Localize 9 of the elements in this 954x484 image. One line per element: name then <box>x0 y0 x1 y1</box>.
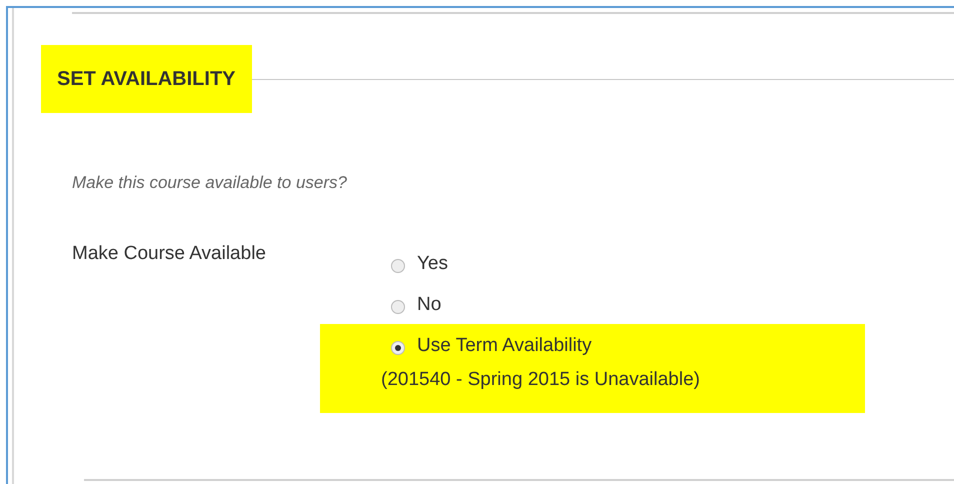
section-heading: SET AVAILABILITY <box>41 45 252 113</box>
option-label[interactable]: Use Term Availability <box>417 332 592 360</box>
option-note: (201540 - Spring 2015 is Unavailable) <box>381 368 701 392</box>
radio-button[interactable] <box>391 258 405 273</box>
prompt-text: Make this course available to users? <box>72 172 348 194</box>
radio-button[interactable] <box>391 340 405 355</box>
option-label[interactable]: No <box>417 290 442 319</box>
option-label[interactable]: Yes <box>417 250 448 278</box>
radio-button[interactable] <box>391 300 405 314</box>
